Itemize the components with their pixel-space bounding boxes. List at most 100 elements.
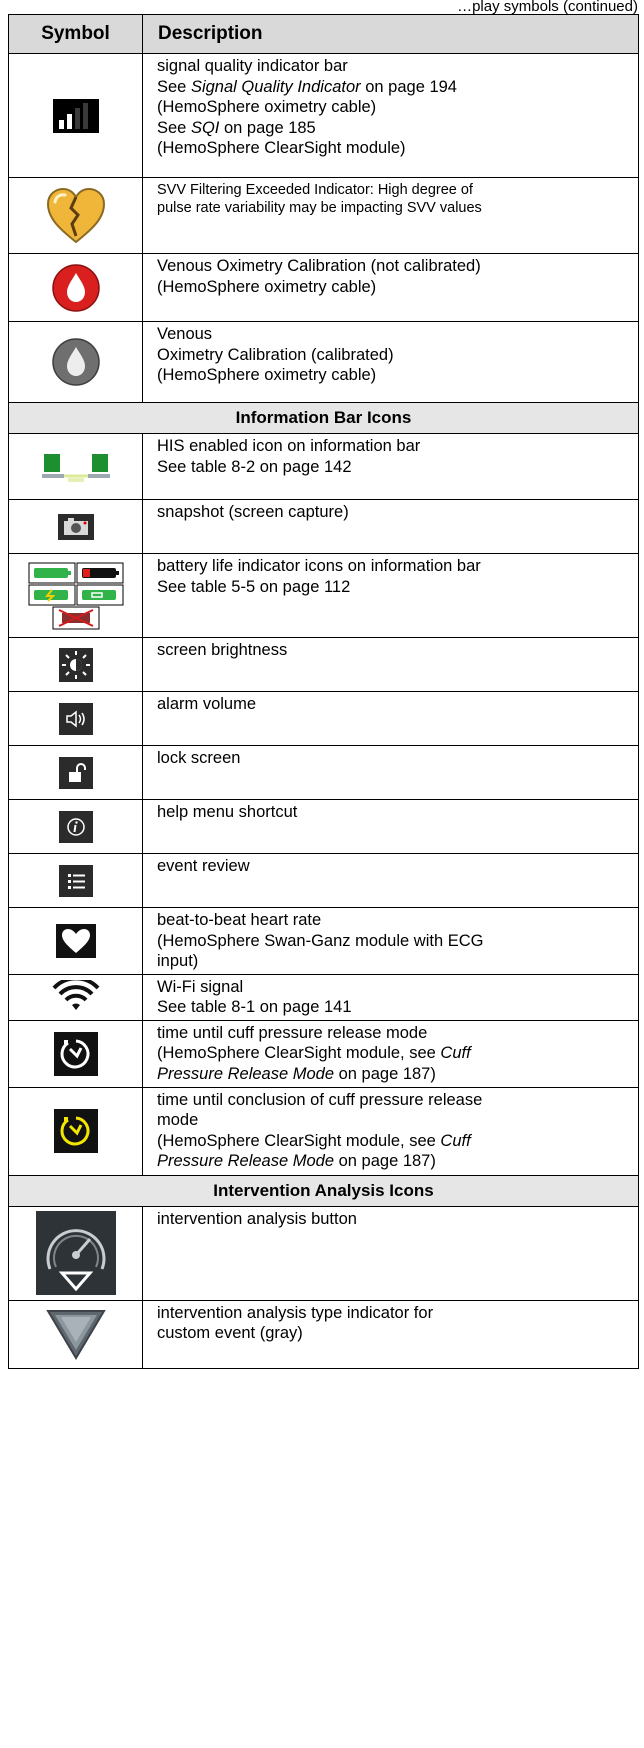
description-line: pulse rate variability may be impacting …: [157, 200, 482, 216]
description-cell: time until conclusion of cuff pressure r…: [142, 1086, 639, 1176]
padlock-icon: [58, 756, 93, 789]
table-row: Venous Oximetry Calibration (not calibra…: [8, 253, 639, 322]
symbol-cell: [8, 853, 143, 908]
cross-reference: Signal Quality Indicator: [190, 77, 361, 96]
table-header-row: Symbol Description: [8, 14, 639, 54]
symbol-cell: [8, 1205, 143, 1301]
description-line: Venous: [157, 325, 213, 343]
description-line: (HemoSphere ClearSight module, see Cuff: [157, 1131, 471, 1150]
description-cell: lock screen: [142, 745, 639, 800]
description-line: See table 5-5 on page 112: [157, 577, 351, 596]
description-line: input): [157, 952, 199, 970]
description-cell: event review: [142, 853, 639, 908]
description-cell: Wi-Fi signal See table 8-1 on page 141: [142, 973, 639, 1021]
description-cell: beat-to-beat heart rate (HemoSphere Swan…: [142, 907, 639, 975]
description-line: screen brightness: [157, 641, 288, 659]
table-row: lock screen: [8, 745, 639, 800]
table-row: alarm volume: [8, 691, 639, 746]
table-row: beat-to-beat heart rate (HemoSphere Swan…: [8, 907, 639, 975]
table-row: snapshot (screen capture): [8, 499, 639, 554]
description-cell: Venous Oximetry Calibration (calibrated)…: [142, 321, 639, 403]
description-line: SVV Filtering Exceeded Indicator: High d…: [157, 182, 473, 198]
description-line: battery life indicator icons on informat…: [157, 557, 481, 575]
description-line: signal quality indicator bar: [157, 57, 348, 75]
yellow-timer-icon: [53, 1109, 98, 1153]
camera-icon: [57, 513, 94, 540]
description-line: mode: [157, 1111, 199, 1129]
table-row: SVV Filtering Exceeded Indicator: High d…: [8, 177, 639, 254]
column-header-symbol: Symbol: [8, 14, 143, 54]
gauge-icon: [35, 1211, 116, 1295]
description-line: (HemoSphere oximetry cable): [157, 277, 377, 296]
section-header-row: Information Bar Icons: [8, 402, 639, 434]
description-cell: battery life indicator icons on informat…: [142, 553, 639, 638]
description-line: (HemoSphere ClearSight module): [157, 139, 406, 157]
table-row: time until conclusion of cuff pressure r…: [8, 1086, 639, 1176]
description-line: time until conclusion of cuff pressure r…: [157, 1090, 483, 1109]
gray-droplet-icon: [51, 338, 100, 386]
symbol-cell: [8, 553, 143, 638]
description-cell: time until cuff pressure release mode (H…: [142, 1019, 639, 1088]
gray-triangle-icon: [45, 1310, 106, 1360]
description-line: (HemoSphere oximetry cable): [157, 366, 377, 384]
description-line: Venous Oximetry Calibration (not calibra…: [157, 257, 481, 275]
description-cell: HIS enabled icon on information bar See …: [142, 433, 639, 500]
section-header-row: Intervention Analysis Icons: [8, 1174, 639, 1207]
cross-reference: Cuff: [440, 1131, 471, 1150]
description-line: snapshot (screen capture): [157, 503, 349, 521]
wifi-icon: [52, 980, 99, 1010]
description-line: HIS enabled icon on information bar: [157, 437, 421, 455]
description-line: beat-to-beat heart rate: [157, 911, 322, 929]
symbol-cell: [8, 973, 143, 1021]
cross-reference: Pressure Release Mode: [157, 1152, 335, 1170]
table-row: signal quality indicator bar See Signal …: [8, 53, 639, 178]
description-cell: snapshot (screen capture): [142, 499, 639, 554]
symbol-cell: [8, 1299, 143, 1369]
table-row: intervention analysis type indicator for…: [8, 1299, 639, 1369]
symbol-cell: [8, 799, 143, 854]
brightness-icon: [58, 647, 93, 682]
description-line: Wi-Fi signal: [157, 977, 244, 996]
description-line: Pressure Release Mode on page 187): [157, 1064, 436, 1083]
table-row: screen brightness: [8, 637, 639, 692]
table-row: Wi-Fi signal See table 8-1 on page 141: [8, 973, 639, 1021]
heart-icon: [55, 923, 96, 958]
description-line: Pressure Release Mode on page 187): [157, 1152, 436, 1170]
symbol-table: Symbol Description signal quality indica…: [8, 14, 639, 1369]
description-line: event review: [157, 857, 250, 875]
symbol-cell: [8, 53, 143, 178]
info-icon: [58, 810, 93, 843]
symbol-cell: [8, 907, 143, 975]
cross-reference: Pressure Release Mode: [157, 1064, 335, 1083]
description-line: intervention analysis button: [157, 1209, 357, 1228]
table-row: event review: [8, 853, 639, 908]
table-row: time until cuff pressure release mode (H…: [8, 1019, 639, 1088]
broken-heart-icon: [46, 187, 105, 243]
symbol-cell: [8, 691, 143, 746]
speaker-icon: [58, 702, 93, 735]
symbol-cell: [8, 433, 143, 500]
section-title: Information Bar Icons: [8, 402, 639, 434]
description-line: (HemoSphere oximetry cable): [157, 98, 377, 116]
description-line: (HemoSphere Swan-Ganz module with ECG: [157, 931, 484, 950]
symbol-cell: [8, 321, 143, 403]
cross-reference: Cuff: [440, 1044, 471, 1062]
battery-icons: [28, 562, 123, 629]
description-cell: screen brightness: [142, 637, 639, 692]
description-cell: alarm volume: [142, 691, 639, 746]
description-line: See SQI on page 185: [157, 118, 316, 137]
table-row: HIS enabled icon on information bar See …: [8, 433, 639, 500]
timer-icon: [53, 1031, 98, 1076]
description-line: (HemoSphere ClearSight module, see Cuff: [157, 1044, 471, 1062]
table-row: Venous Oximetry Calibration (calibrated)…: [8, 321, 639, 403]
signal-bars-icon: [52, 98, 99, 133]
description-line: alarm volume: [157, 695, 257, 713]
description-line: lock screen: [157, 749, 241, 767]
table-row: battery life indicator icons on informat…: [8, 553, 639, 638]
description-cell: help menu shortcut: [142, 799, 639, 854]
table-row: intervention analysis button: [8, 1205, 639, 1301]
symbol-cell: [8, 1019, 143, 1088]
description-cell: intervention analysis type indicator for…: [142, 1299, 639, 1369]
table-row: help menu shortcut: [8, 799, 639, 854]
page-header-fragment: …play symbols (continued): [457, 0, 638, 14]
